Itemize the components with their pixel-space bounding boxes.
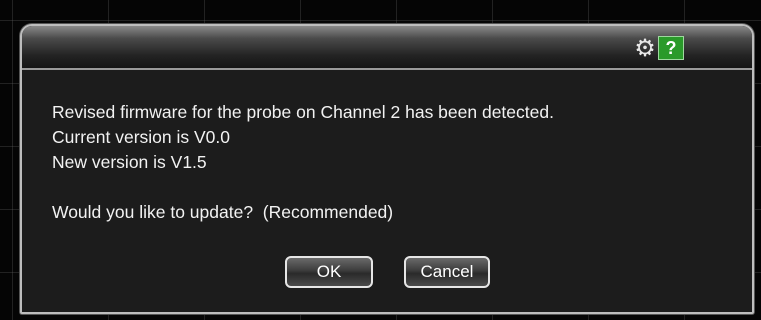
- firmware-update-dialog: ⚙ ? Revised firmware for the probe on Ch…: [20, 24, 754, 314]
- dialog-titlebar[interactable]: ⚙ ?: [22, 26, 752, 70]
- ok-button[interactable]: OK: [285, 256, 373, 288]
- dialog-message: Revised firmware for the probe on Channe…: [52, 100, 752, 225]
- help-button[interactable]: ?: [658, 36, 684, 60]
- cancel-button[interactable]: Cancel: [404, 256, 490, 288]
- gear-icon[interactable]: ⚙: [634, 36, 656, 60]
- message-current-version: Current version is V0.0: [52, 127, 230, 147]
- message-new-version: New version is V1.5: [52, 152, 207, 172]
- message-question: Would you like to update? (Recommended): [52, 202, 394, 222]
- message-detected-line: Revised firmware for the probe on Channe…: [52, 102, 554, 122]
